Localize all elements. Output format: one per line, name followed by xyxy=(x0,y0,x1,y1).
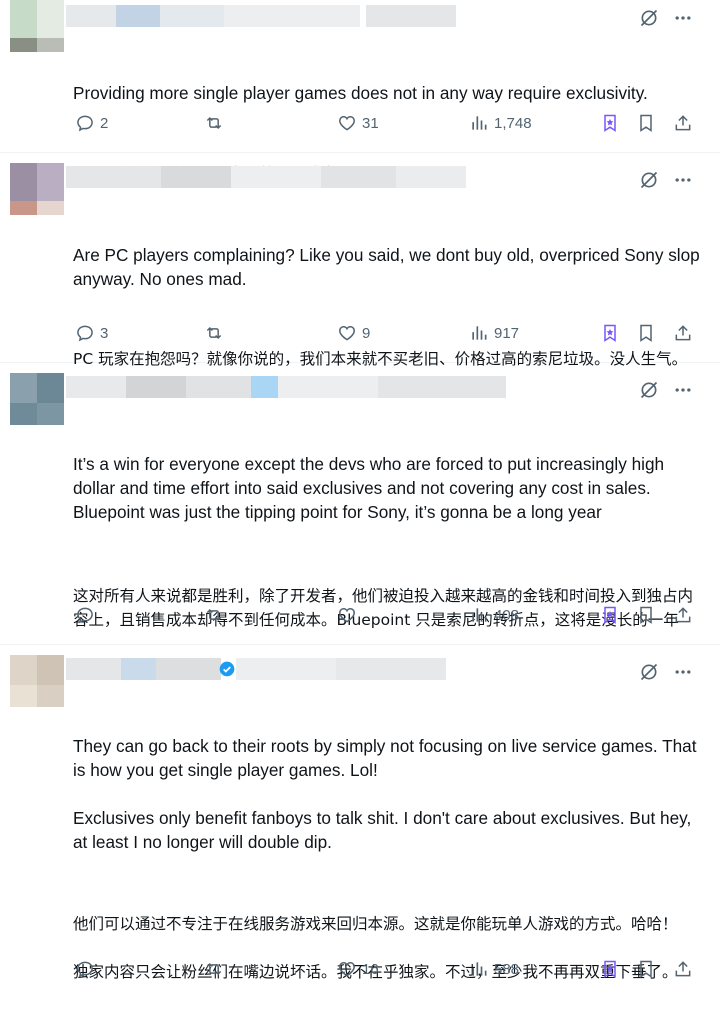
share-button[interactable] xyxy=(673,605,693,625)
reply-count: 2 xyxy=(100,114,109,132)
tweet-text: It’s a win for everyone except the devs … xyxy=(73,454,669,522)
repost-arrows-icon xyxy=(206,326,222,340)
tweet-actions: 2 31 1,748 xyxy=(0,113,720,139)
like-count: 16 xyxy=(362,960,379,978)
reply-bubble-icon xyxy=(77,115,93,132)
heart-icon xyxy=(339,961,355,977)
grok-slash-icon[interactable] xyxy=(638,7,660,29)
heart-icon xyxy=(339,115,355,131)
reply-button[interactable] xyxy=(75,959,100,979)
like-button[interactable]: 16 xyxy=(337,959,379,979)
tweet-text-block: It’s a win for everyone except the devs … xyxy=(73,404,703,680)
more-dots-icon[interactable] xyxy=(672,169,694,191)
views-button[interactable]: 408 xyxy=(469,605,519,625)
grok-bookmark-icon xyxy=(604,324,616,342)
like-count: 31 xyxy=(362,114,379,132)
share-button[interactable] xyxy=(673,323,693,343)
grok-slash-icon[interactable] xyxy=(638,379,660,401)
repost-button[interactable] xyxy=(204,323,229,343)
repost-arrows-icon xyxy=(206,962,222,976)
author-name-blurred[interactable] xyxy=(66,376,506,398)
reply-bubble-icon xyxy=(77,961,93,978)
view-count: 1,748 xyxy=(494,114,532,132)
views-bars-icon xyxy=(472,962,487,976)
like-button[interactable]: 9 xyxy=(337,323,370,343)
avatar[interactable] xyxy=(10,0,64,52)
view-count: 408 xyxy=(494,606,520,624)
grok-bookmark-icon xyxy=(604,114,616,132)
views-bars-icon xyxy=(472,116,487,130)
tweet-actions: 3 9 917 xyxy=(0,323,720,349)
bookmark-button[interactable] xyxy=(636,959,656,979)
tweet-card[interactable]: It’s a win for everyone except the devs … xyxy=(0,363,720,645)
repost-button[interactable] xyxy=(204,113,229,133)
tweet-text: They can go back to their roots by simpl… xyxy=(73,736,697,852)
like-button[interactable] xyxy=(337,605,362,625)
bookmark-button[interactable] xyxy=(636,113,656,133)
author-name-blurred[interactable] xyxy=(66,166,466,188)
reply-bubble-icon xyxy=(77,607,93,624)
views-button[interactable]: 917 xyxy=(469,323,519,343)
bookmark-icon xyxy=(640,960,652,978)
tweet-actions: 408 xyxy=(0,605,720,631)
bookmark-icon xyxy=(640,606,652,624)
reply-bubble-icon xyxy=(77,325,93,342)
grok-slash-icon[interactable] xyxy=(638,661,660,683)
reply-count: 3 xyxy=(100,324,109,342)
tweet-card[interactable]: Are PC players complaining? Like you sai… xyxy=(0,153,720,368)
like-count: 9 xyxy=(362,324,371,342)
grok-bookmark-icon xyxy=(604,606,616,624)
tweet-text: Are PC players complaining? Like you sai… xyxy=(73,245,705,289)
repost-arrows-icon xyxy=(206,608,222,622)
tweet-top-actions xyxy=(638,169,694,191)
avatar[interactable] xyxy=(10,163,64,215)
tweet-top-actions xyxy=(638,379,694,401)
tweet-card[interactable]: They can go back to their roots by simpl… xyxy=(0,645,720,1005)
tweet-card[interactable]: Providing more single player games does … xyxy=(0,0,720,183)
share-icon xyxy=(675,607,691,623)
bookmark-icon xyxy=(640,324,652,342)
tweet-top-actions xyxy=(638,661,694,683)
share-icon xyxy=(675,961,691,977)
repost-button[interactable] xyxy=(204,959,229,979)
tweet-top-actions xyxy=(638,7,694,29)
grok-bookmark-button[interactable] xyxy=(600,113,620,133)
share-button[interactable] xyxy=(673,959,693,979)
view-count: 917 xyxy=(494,324,520,342)
reply-button[interactable]: 2 xyxy=(75,113,108,133)
share-button[interactable] xyxy=(673,113,693,133)
bookmark-button[interactable] xyxy=(636,605,656,625)
heart-icon xyxy=(339,325,355,341)
avatar[interactable] xyxy=(10,373,64,425)
heart-icon xyxy=(339,607,355,623)
author-name-blurred[interactable] xyxy=(66,5,456,27)
views-bars-icon xyxy=(472,326,487,340)
grok-slash-icon[interactable] xyxy=(638,169,660,191)
views-bars-icon xyxy=(472,608,487,622)
bookmark-button[interactable] xyxy=(636,323,656,343)
more-dots-icon[interactable] xyxy=(672,661,694,683)
share-icon xyxy=(675,115,691,131)
tweet-actions: 16 588 xyxy=(0,959,720,985)
bookmark-icon xyxy=(640,114,652,132)
view-count: 588 xyxy=(494,960,520,978)
grok-bookmark-icon xyxy=(604,960,616,978)
reply-button[interactable]: 3 xyxy=(75,323,108,343)
like-button[interactable]: 31 xyxy=(337,113,379,133)
grok-bookmark-button[interactable] xyxy=(600,959,620,979)
verified-badge-icon xyxy=(219,661,235,677)
more-dots-icon[interactable] xyxy=(672,7,694,29)
grok-bookmark-button[interactable] xyxy=(600,323,620,343)
grok-bookmark-button[interactable] xyxy=(600,605,620,625)
avatar[interactable] xyxy=(10,655,64,707)
author-name-blurred[interactable] xyxy=(66,658,446,680)
repost-button[interactable] xyxy=(204,605,229,625)
more-dots-icon[interactable] xyxy=(672,379,694,401)
tweet-text: Providing more single player games does … xyxy=(73,83,648,103)
views-button[interactable]: 1,748 xyxy=(469,113,532,133)
views-button[interactable]: 588 xyxy=(469,959,519,979)
reply-button[interactable] xyxy=(75,605,100,625)
share-icon xyxy=(675,325,691,341)
repost-arrows-icon xyxy=(206,116,222,130)
